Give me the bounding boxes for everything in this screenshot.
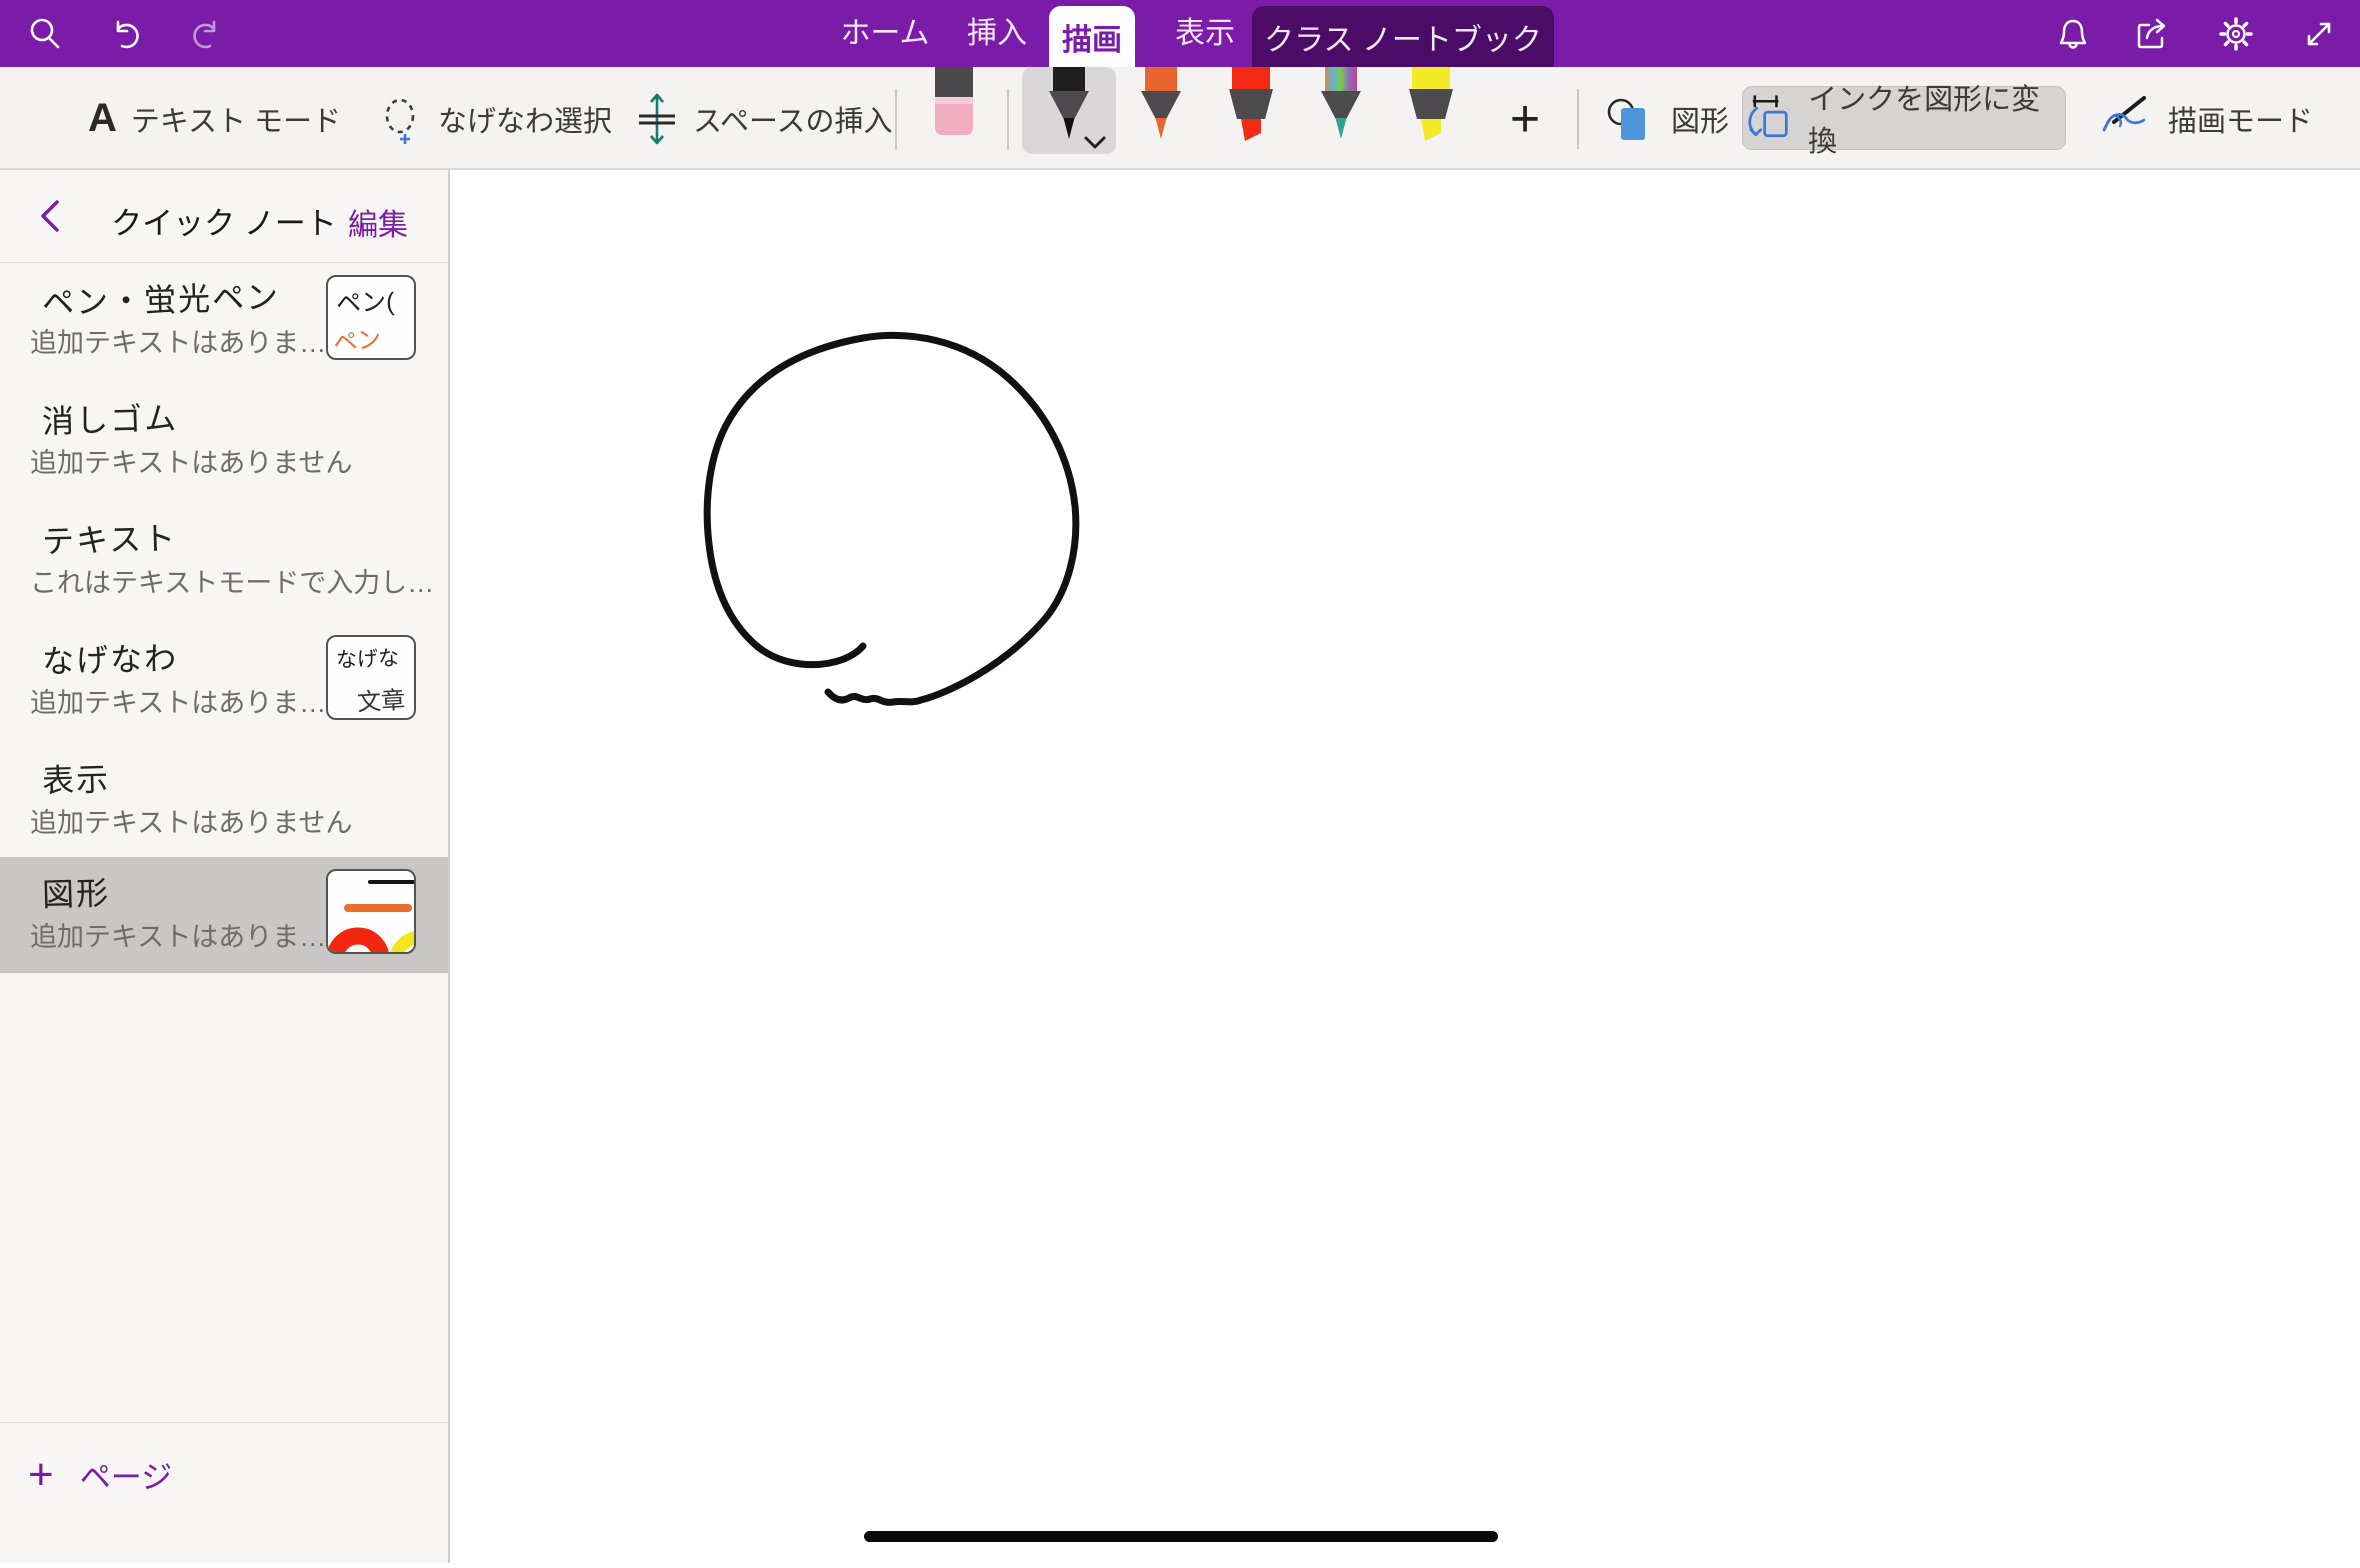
page-item-view[interactable]: 表示 追加テキストはありません [0,743,448,857]
draw-ribbon-toolbar: A テキスト モード なげなわ選択 スペースの挿入 [0,67,2360,170]
shapes-label: 図形 [1671,98,1729,140]
eraser-icon [932,67,976,137]
add-page-label: ページ [80,1452,172,1497]
page-subtitle: これはテキストモードで入力し… [30,561,434,600]
toolbar-divider [895,89,897,149]
tab-view[interactable]: 表示 [1170,0,1240,67]
onenote-app: { "colors": { "accent_purple": "#7A1CA8"… [0,0,2360,1563]
fullscreen-expand-icon[interactable] [2299,14,2339,54]
red-highlighter-icon [1219,67,1283,151]
page-title: 表示 [41,754,110,802]
redo-icon[interactable] [187,14,227,54]
search-icon[interactable] [25,14,65,54]
orange-pen-icon [1129,67,1193,151]
page-title: ペン・蛍光ペン [41,272,280,324]
red-highlighter-tool[interactable] [1219,67,1283,156]
ink-to-shape-label: インクを図形に変換 [1808,76,2065,160]
toolbar-divider [1007,89,1009,149]
page-thumbnail [326,869,416,954]
settings-gear-icon[interactable] [2216,14,2256,54]
page-subtitle: 追加テキストはありません [30,441,352,480]
undo-icon[interactable] [105,14,145,54]
page-title: テキスト [41,513,177,563]
thumbnail-ink-text: 文章を [356,680,416,720]
page-thumbnail: ペン( ペン [326,275,416,360]
draw-mode-button[interactable]: 描画モード [2100,67,2313,170]
tab-insert[interactable]: 挿入 [962,0,1032,67]
page-list-sidebar: クイック ノート 編集 ペン・蛍光ペン 追加テキストはありま… ペン( ペン 消… [0,170,450,1563]
tab-home[interactable]: ホーム [840,0,930,67]
edit-button[interactable]: 編集 [348,200,408,244]
tab-class-notebook[interactable]: クラス ノートブック [1252,6,1554,67]
ink-to-shape-icon [1743,92,1794,144]
plus-icon: + [28,1455,54,1495]
draw-mode-pen-hand-icon [2100,92,2154,146]
text-mode-label: テキスト モード [131,98,341,140]
top-app-bar: ホーム 挿入 描画 表示 クラス ノートブック [0,0,2360,67]
orange-pen-tool[interactable] [1129,67,1193,156]
page-subtitle: 追加テキストはありません [30,801,352,840]
page-item-lasso[interactable]: なげなわ 追加テキストはありま… なげな 文章を [0,623,448,743]
shapes-button[interactable]: 図形 [1605,67,1729,170]
text-mode-button[interactable]: A テキスト モード [88,67,341,170]
page-thumbnail: なげな 文章を [326,635,416,720]
page-title: 消しゴム [41,393,178,443]
thumbnail-ink-text: ペン( [335,282,395,320]
chevron-down-icon [1080,134,1110,152]
lasso-select-button[interactable]: なげなわ選択 [378,67,612,170]
galaxy-pen-tool[interactable] [1309,67,1373,156]
shapes-icon [1605,92,1657,146]
page-item-shapes-selected[interactable]: 図形 追加テキストはありま… [0,857,448,973]
lasso-label: なげなわ選択 [438,98,612,140]
page-subtitle: 追加テキストはありま… [30,915,326,954]
sidebar-divider [0,1422,448,1423]
insert-space-label: スペースの挿入 [693,98,893,140]
notifications-bell-icon[interactable] [2053,14,2093,54]
add-pen-button[interactable]: + [1494,67,1556,170]
ink-to-shape-toggle-button[interactable]: インクを図形に変換 [1742,86,2066,150]
draw-mode-label: 描画モード [2168,98,2313,140]
tab-draw[interactable]: 描画 [1049,6,1135,67]
add-page-button[interactable]: + ページ [28,1452,172,1497]
page-subtitle: 追加テキストはありま… [30,321,326,360]
black-pen-tool-selected[interactable] [1022,67,1116,154]
galaxy-pen-icon [1309,67,1373,151]
page-item-text[interactable]: テキスト これはテキストモードで入力し… [0,503,448,623]
page-subtitle: 追加テキストはありま… [30,681,326,720]
thumbnail-ink-text: ペン [331,319,382,359]
note-drawing-canvas[interactable] [450,170,2360,1563]
insert-space-button[interactable]: スペースの挿入 [635,67,893,170]
insert-space-icon [635,92,679,146]
yellow-highlighter-tool[interactable] [1399,67,1463,156]
home-indicator-bar[interactable] [864,1531,1498,1542]
thumbnail-ink-text: なげな [335,642,399,674]
page-title: 図形 [41,868,110,916]
sidebar-header: クイック ノート 編集 [0,170,448,263]
lasso-icon [378,94,424,144]
thumbnail-shapes-drawing [328,871,416,954]
share-icon[interactable] [2133,14,2173,54]
text-mode-icon: A [88,96,117,141]
page-title: なげなわ [41,633,178,683]
ink-stroke-circle [450,170,2360,1563]
yellow-highlighter-icon [1399,67,1463,151]
eraser-tool[interactable] [932,67,976,142]
toolbar-divider [1577,89,1579,149]
page-item-pen-highlighter[interactable]: ペン・蛍光ペン 追加テキストはありま… ペン( ペン [0,263,448,383]
page-item-eraser[interactable]: 消しゴム 追加テキストはありません [0,383,448,503]
